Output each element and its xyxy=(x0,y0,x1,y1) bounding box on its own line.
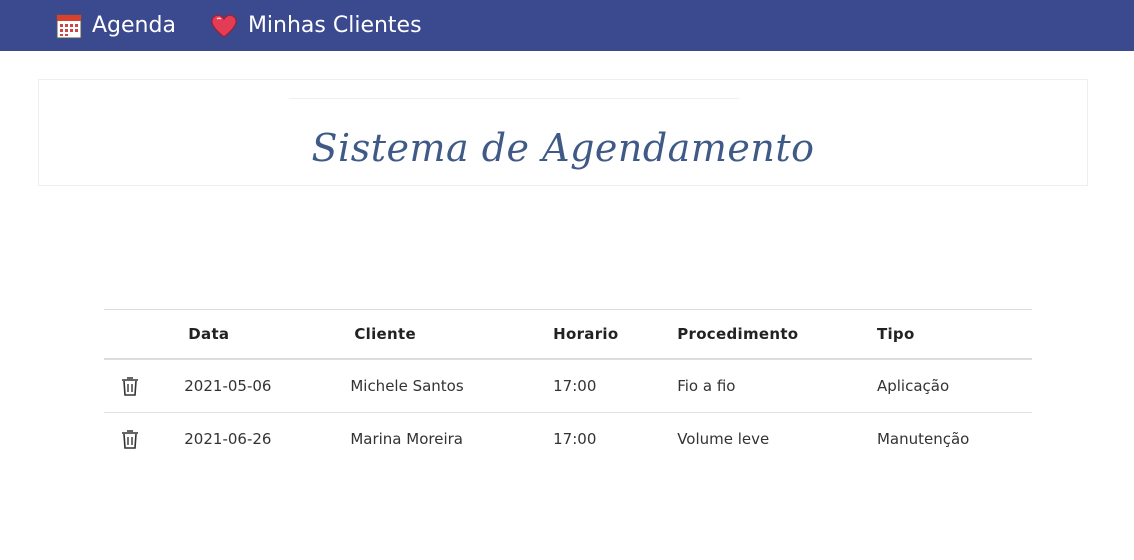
column-header-data: Data xyxy=(188,325,230,343)
nav-item-agenda-label: Agenda xyxy=(92,13,176,38)
cell-horario: 17:00 xyxy=(553,377,597,395)
row-actions xyxy=(104,359,184,413)
calendar-icon xyxy=(56,14,82,38)
cell-horario: 17:00 xyxy=(553,430,597,448)
cell-cliente: Marina Moreira xyxy=(350,430,463,448)
column-header-actions xyxy=(104,310,184,360)
cell-data: 2021-05-06 xyxy=(184,377,272,395)
table-row: 2021-05-06 Michele Santos 17:00 Fio a fi… xyxy=(104,359,1032,413)
table-row: 2021-06-26 Marina Moreira 17:00 Volume l… xyxy=(104,413,1032,466)
hero-banner: Sistema de Agendamento xyxy=(38,79,1088,186)
column-header-cliente: Cliente xyxy=(354,325,416,343)
cell-data: 2021-06-26 xyxy=(184,430,272,448)
top-navbar: Agenda Minhas Clientes xyxy=(0,0,1134,51)
column-header-tipo: Tipo xyxy=(876,325,915,343)
cell-procedimento: Fio a fio xyxy=(677,377,736,395)
cell-cliente: Michele Santos xyxy=(350,377,464,395)
column-header-horario: Horario xyxy=(553,325,619,343)
appointments-table: Data Cliente Horario Procedimento Tipo 2… xyxy=(104,309,1032,465)
appointments-table-container: Data Cliente Horario Procedimento Tipo 2… xyxy=(104,309,1032,465)
cell-tipo: Aplicação xyxy=(876,377,950,395)
cell-procedimento: Volume leve xyxy=(677,430,770,448)
hero-divider xyxy=(289,98,739,99)
table-header-row: Data Cliente Horario Procedimento Tipo xyxy=(104,309,1032,360)
page-title: Sistema de Agendamento xyxy=(311,126,815,170)
row-actions xyxy=(104,413,184,466)
nav-item-minhas-clientes[interactable]: Minhas Clientes xyxy=(210,13,422,39)
trash-icon[interactable] xyxy=(121,429,139,449)
nav-item-minhas-clientes-label: Minhas Clientes xyxy=(247,13,422,38)
cell-tipo: Manutenção xyxy=(876,430,970,448)
heart-icon xyxy=(211,14,237,38)
column-header-procedimento: Procedimento xyxy=(677,325,799,343)
nav-item-agenda[interactable]: Agenda xyxy=(56,13,176,39)
trash-icon[interactable] xyxy=(121,376,139,396)
